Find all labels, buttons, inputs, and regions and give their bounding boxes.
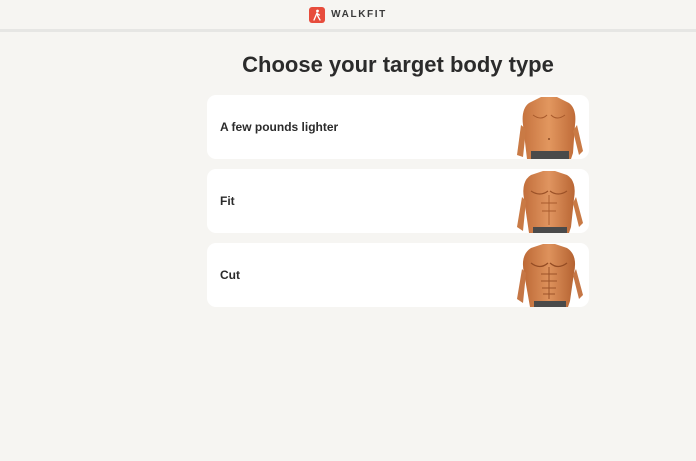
walkfit-logo-icon xyxy=(309,6,326,23)
body-type-options: A few pounds lighter Fit Cut xyxy=(207,95,589,317)
app-header: WALKFIT xyxy=(0,0,696,32)
option-fit[interactable]: Fit xyxy=(207,169,589,233)
torso-cut-image xyxy=(517,244,583,307)
torso-lighter-image xyxy=(517,97,583,159)
torso-fit-image xyxy=(517,171,583,233)
brand-name: WALKFIT xyxy=(331,9,387,20)
option-cut[interactable]: Cut xyxy=(207,243,589,307)
option-label: A few pounds lighter xyxy=(220,120,339,134)
page-title: Choose your target body type xyxy=(242,52,554,77)
option-a-few-pounds-lighter[interactable]: A few pounds lighter xyxy=(207,95,589,159)
option-label: Fit xyxy=(220,194,235,208)
option-label: Cut xyxy=(220,268,240,282)
